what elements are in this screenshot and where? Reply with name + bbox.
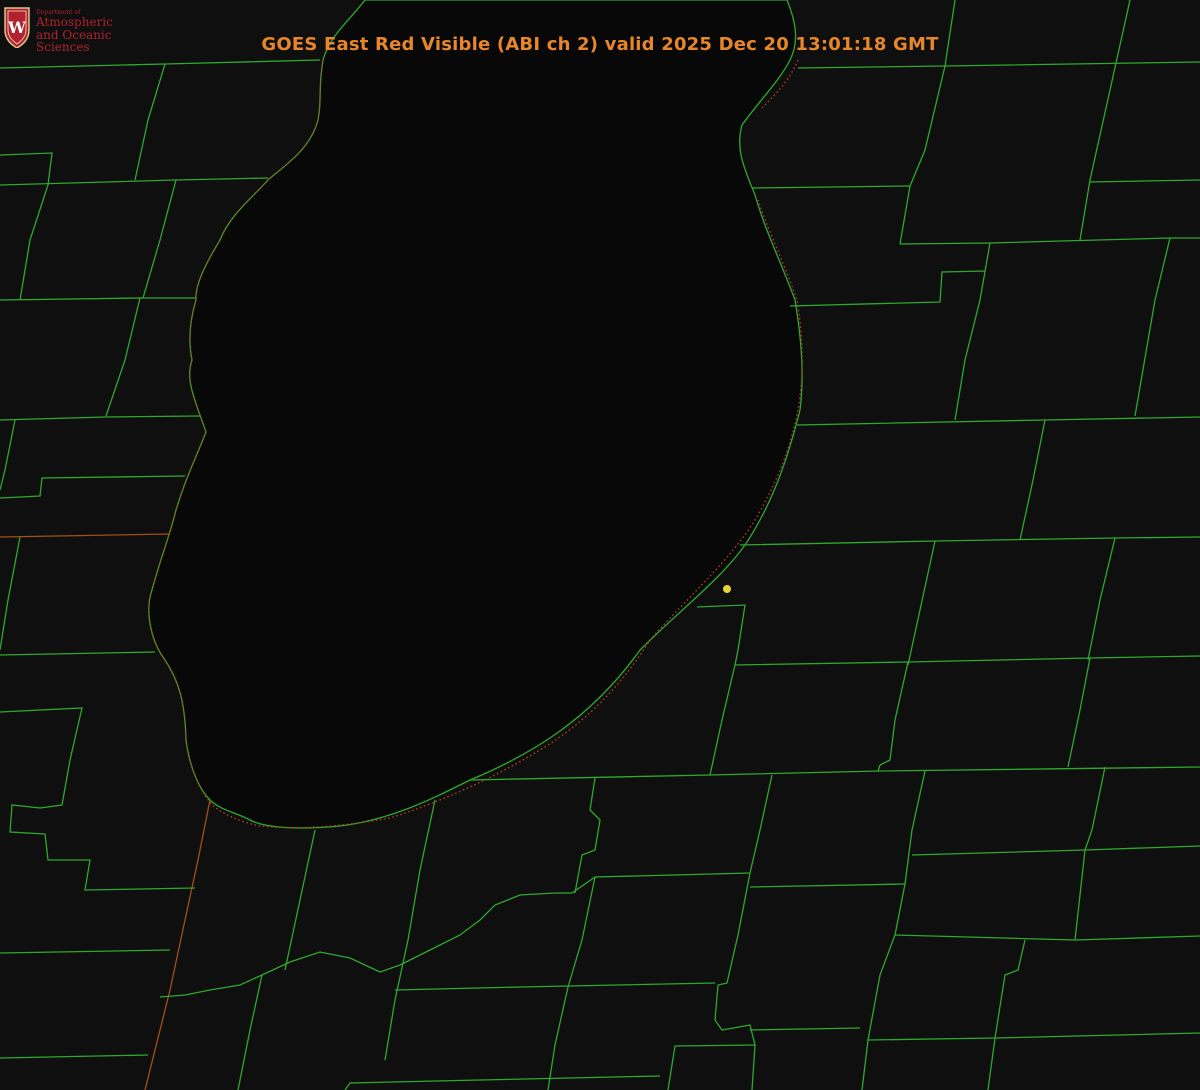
map-canvas xyxy=(0,0,1200,1090)
image-title: GOES East Red Visible (ABI ch 2) valid 2… xyxy=(261,34,939,55)
logo-line-atmospheric: Atmospheric xyxy=(36,15,113,30)
station-marker xyxy=(723,585,731,593)
satellite-map-frame: W Department of Atmospheric and Oceanic … xyxy=(0,0,1200,1090)
